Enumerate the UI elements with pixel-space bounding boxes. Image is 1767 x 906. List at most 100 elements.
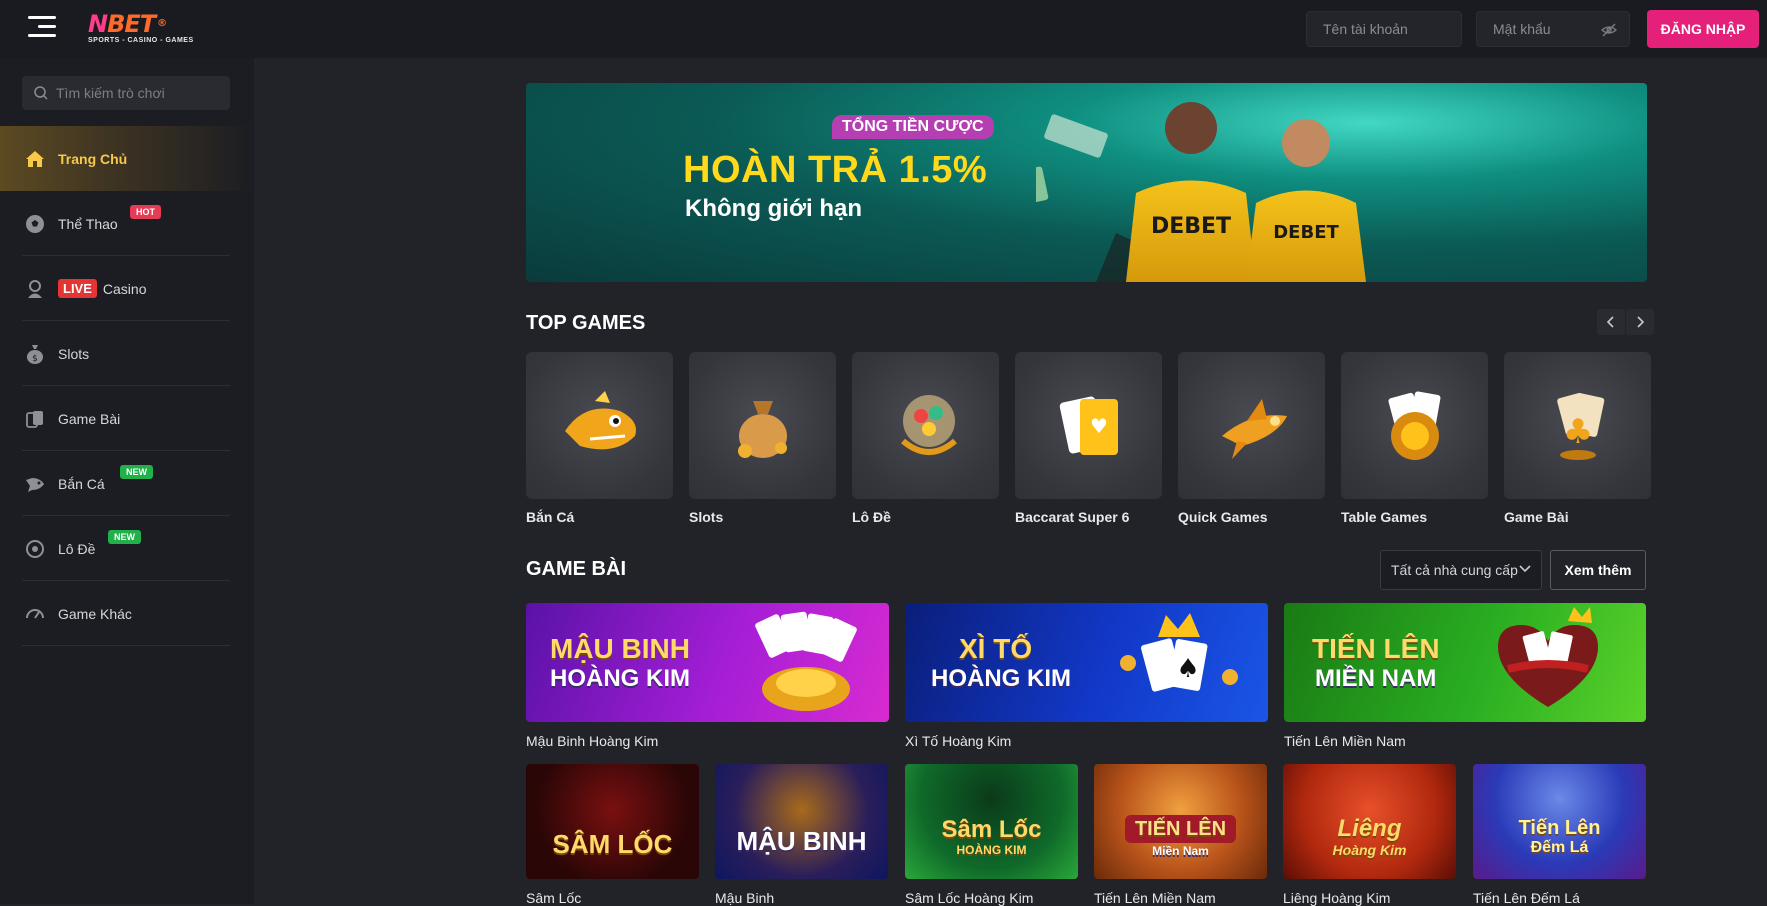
carousel-prev-button[interactable] [1597,309,1625,335]
home-icon [24,148,46,170]
heart-cards-art [1498,607,1598,707]
top-game-label: Game Bài [1504,509,1569,525]
fish-icon [24,473,46,495]
gauge-icon [24,603,46,625]
game-card[interactable]: XÌ TỐ HOÀNG KIM ♠ Xì Tố Hoàng Kim [905,603,1268,749]
sidebar-item-other-games[interactable]: Game Khác [0,581,254,646]
logo-registered: ® [157,18,167,29]
game-card[interactable]: MẬU BINH Mậu Binh [715,764,888,906]
top-game-label: Bắn Cá [526,509,575,525]
card-title-line1: XÌ TỐ [959,632,1033,664]
card-title-line1: Liêng [1337,814,1402,842]
lottery-machine-icon [900,394,957,455]
sidebar-item-label: Slots [58,345,90,362]
promo-banner[interactable]: DEBET DEBET TỔNG TIỀN CƯỢC HOÀN TRẢ 1.5%… [526,83,1647,282]
game-card[interactable]: Sâm Lốc HOÀNG KIM Sâm Lốc Hoàng Kim [905,764,1078,906]
card-title-line2: Hoàng Kim [1332,841,1407,858]
game-card[interactable]: Liêng Hoàng Kim Liêng Hoàng Kim [1283,764,1456,906]
dealer-icon [24,278,46,300]
username-input[interactable]: Tên tài khoản [1306,11,1462,47]
sidebar-item-label: Lô Đề [58,540,96,557]
chevron-down-icon [1519,565,1531,573]
lottery-ball-icon [24,538,46,560]
provider-select[interactable]: Tất cả nhà cung cấp [1380,550,1542,590]
card-title-line1: TIẾN LÊN [1312,632,1440,664]
sidebar-item-label: Bắn Cá [58,475,105,492]
top-header: NBET ® SPORTS - CASINO - GAMES Tên tài kh… [0,0,1767,58]
soccer-ball-icon [24,213,46,235]
card-title-line2: HOÀNG KIM [550,664,690,692]
sidebar: Tìm kiếm trò chơi Trang Chủ Thể Thao HOT… [0,58,254,904]
svg-text:♠: ♠ [1176,654,1199,684]
svg-text:♣: ♣ [1562,412,1592,452]
password-input[interactable]: Mật khẩu [1476,11,1630,47]
password-placeholder: Mật khẩu [1493,21,1551,37]
sidebar-item-fishing[interactable]: Bắn Cá NEW [0,451,254,516]
game-card[interactable]: TIẾN LÊN MIỀN NAM Tiến Lên Miền Nam [1284,603,1646,749]
card-title-line2: Miền Nam [1152,843,1209,858]
menu-icon[interactable] [28,16,56,40]
sidebar-item-label: Casino [102,280,147,297]
cards-crown-art: ♠ [1120,613,1238,692]
banner-players-art: DEBET DEBET [1036,102,1366,282]
sidebar-item-label: Game Khác [58,605,132,622]
money-bag-icon: $ [24,343,46,365]
game-card[interactable]: TIẾN LÊN Miền Nam Tiến Lên Miền Nam [1094,764,1267,906]
top-game-tile[interactable]: ♣ Game Bài [1504,352,1651,525]
new-badge: NEW [108,530,141,544]
game-card[interactable]: SÂM LỐC Sâm Lốc [526,764,699,906]
top-game-label: Baccarat Super 6 [1015,509,1130,525]
top-game-tile[interactable]: Lô Đề [852,352,999,525]
site-logo[interactable]: NBET ® SPORTS - CASINO - GAMES [88,12,194,44]
game-card[interactable]: Tiến Lên Đếm Lá Tiến Lên Đếm Lá [1473,764,1646,906]
card-title-line2: MIỀN NAM [1315,664,1437,692]
sidebar-item-label: Game Bài [58,410,121,427]
card-title-line2: HOÀNG KIM [956,842,1027,857]
sidebar-item-label: Thể Thao [58,215,118,232]
sidebar-item-slots[interactable]: $ Slots [0,321,254,386]
card-title-line1: MẬU BINH [550,632,690,664]
login-button[interactable]: ĐĂNG NHẬP [1647,10,1759,48]
top-game-tile[interactable]: ♥ Baccarat Super 6 [1015,352,1162,525]
banner-tag: TỔNG TIỀN CƯỢC [832,115,994,139]
search-icon [34,86,48,100]
cards-crown-art [755,611,857,711]
card-caption: Xì Tố Hoàng Kim [905,733,1012,749]
svg-text:$: $ [32,354,38,364]
money-bag-icon [737,400,787,458]
sidebar-item-card-games[interactable]: Game Bài [0,386,254,451]
sidebar-item-home[interactable]: Trang Chủ [0,126,254,191]
top-game-label: Quick Games [1178,509,1268,525]
sidebar-item-label: Trang Chủ [58,150,128,167]
sidebar-item-live-casino[interactable]: LIVE Casino [0,256,254,321]
banner-shirt-text-2: DEBET [1273,222,1339,243]
card-title-line1: Tiến Lên [1518,816,1601,839]
new-badge: NEW [120,465,153,479]
top-game-label: Table Games [1341,509,1428,525]
poker-chip-icon [1387,390,1440,460]
card-title-line2: Đếm Lá [1530,838,1589,856]
game-card[interactable]: MẬU BINH HOÀNG KIM Mậu Binh Hoàng Kim [526,603,889,749]
live-tag: LIVE [58,279,97,298]
card-caption: Mậu Binh Hoàng Kim [526,733,659,749]
game-bai-title: GAME BÀI [526,558,626,580]
banner-shirt-text: DEBET [1151,214,1231,239]
cards-icon [24,408,46,430]
top-games-title: TOP GAMES [526,312,646,334]
top-game-tile[interactable]: Bắn Cá [526,352,673,525]
eye-hidden-icon[interactable] [1601,22,1617,38]
game-search-input[interactable]: Tìm kiếm trò chơi [22,76,230,110]
shark-icon [564,390,636,449]
chevron-right-icon [1637,316,1645,328]
sidebar-item-lottery[interactable]: Lô Đề NEW [0,516,254,581]
top-game-tile[interactable]: Table Games [1341,352,1488,525]
see-more-button[interactable]: Xem thêm [1550,550,1646,590]
carousel-next-button[interactable] [1626,309,1654,335]
sidebar-item-sports[interactable]: Thể Thao HOT [0,191,254,256]
provider-select-value: Tất cả nhà cung cấp [1391,562,1518,578]
hot-badge: HOT [130,205,161,219]
card-title-line1: Sâm Lốc [941,815,1042,843]
card-title-line1: TIẾN LÊN [1124,814,1237,843]
top-game-tile[interactable]: Quick Games [1178,352,1325,525]
top-game-tile[interactable]: Slots [689,352,836,525]
